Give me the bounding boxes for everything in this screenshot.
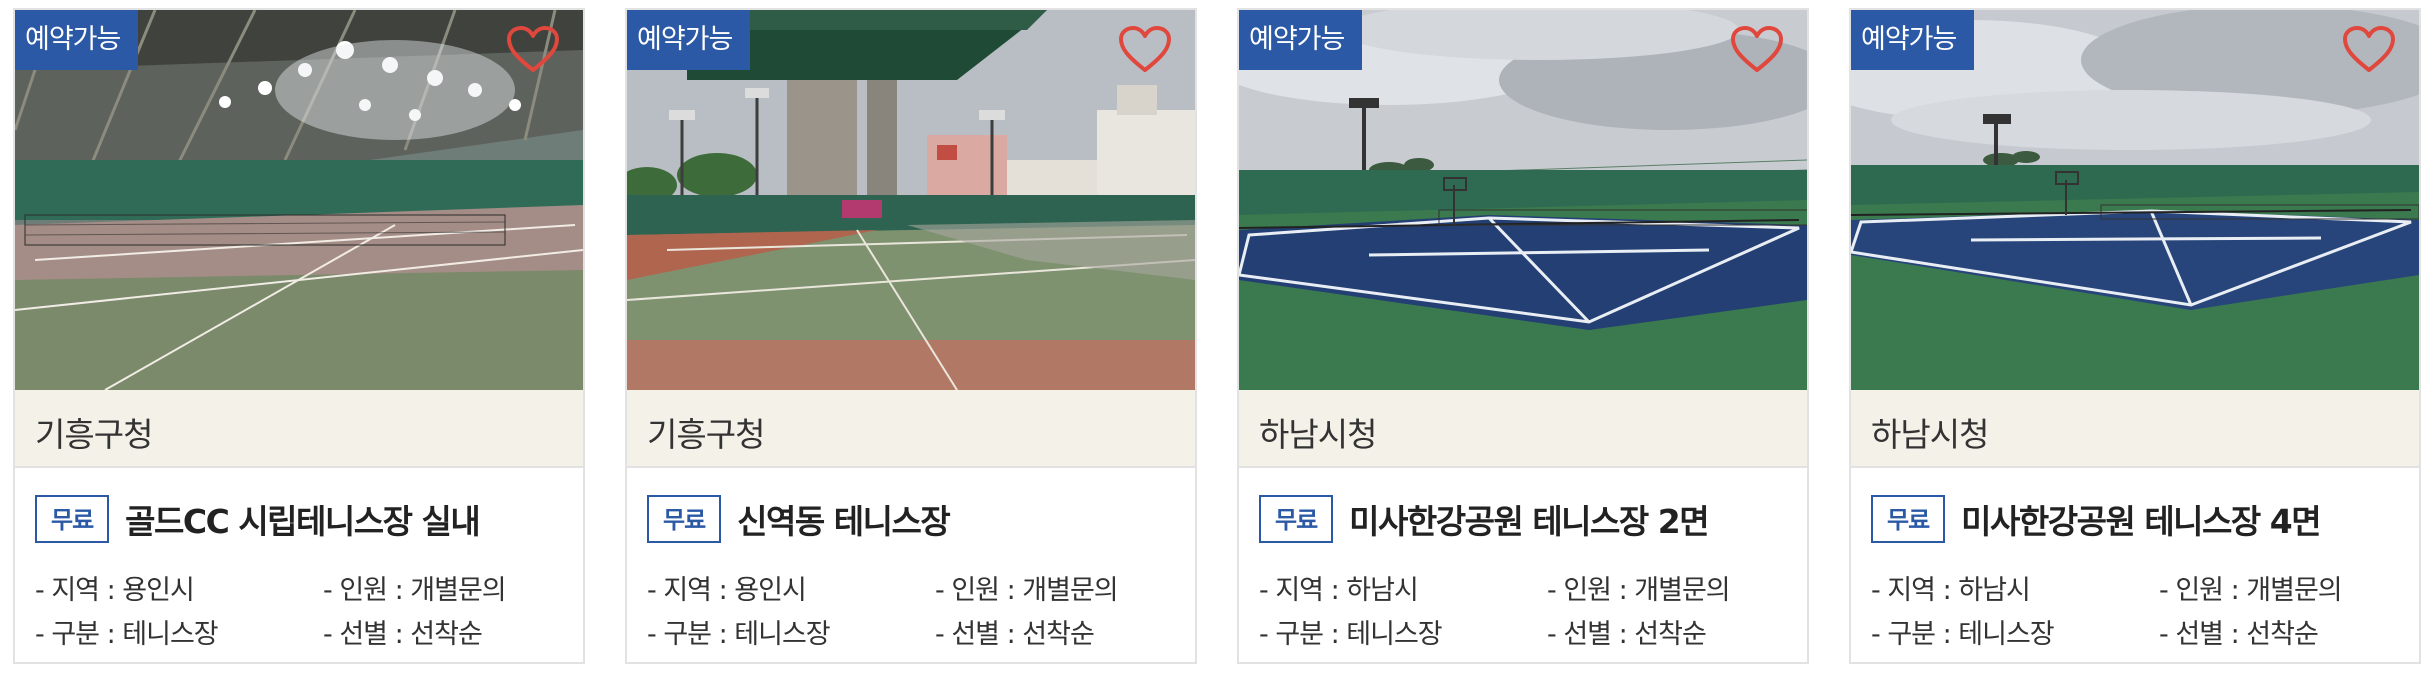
- favorite-heart-icon[interactable]: [505, 24, 561, 76]
- facility-name[interactable]: 미사한강공원 테니스장 4면: [1961, 495, 2399, 543]
- selection-value: 선착순: [410, 619, 483, 650]
- selection-label: - 선별 :: [935, 619, 1023, 650]
- facility-info: 무료 미사한강공원 테니스장 2면 - 지역 : 하남시 - 인원 : 개별문의…: [1239, 468, 1807, 662]
- organization-name: 기흥구청: [647, 415, 765, 454]
- fee-tag: 무료: [647, 495, 722, 543]
- facility-name[interactable]: 골드CC 시립테니스장 실내: [125, 495, 563, 543]
- capacity-label: - 인원 :: [1547, 575, 1635, 606]
- heart-outline-icon: [1731, 26, 1783, 72]
- selection-field: - 선별 : 선착순: [2159, 612, 2319, 651]
- facility-title-row[interactable]: 무료 미사한강공원 테니스장 2면: [1259, 492, 1787, 546]
- heart-outline-icon: [507, 26, 559, 72]
- facility-title-row[interactable]: 무료 골드CC 시립테니스장 실내: [35, 492, 563, 546]
- selection-label: - 선별 :: [1547, 619, 1635, 650]
- facility-meta: - 지역 : 용인시 - 인원 : 개별문의 - 구분 : 테니스장 - 선별 …: [647, 568, 1187, 656]
- capacity-field: - 인원 : 개별문의: [1547, 568, 1731, 607]
- organization-bar: 하남시청: [1239, 390, 1807, 468]
- facility-card-grid: 예약가능 기흥구청 무료 골드CC 시립테니스장 실내 - 지역 : 용인시 -…: [13, 8, 2421, 664]
- selection-value: 선착순: [1022, 619, 1095, 650]
- facility-photo[interactable]: 예약가능: [1851, 10, 2419, 390]
- category-value: 테니스장: [1958, 619, 2054, 650]
- capacity-field: - 인원 : 개별문의: [935, 568, 1119, 607]
- organization-name: 하남시청: [1259, 415, 1377, 454]
- fee-tag: 무료: [1259, 495, 1334, 543]
- facility-info: 무료 골드CC 시립테니스장 실내 - 지역 : 용인시 - 인원 : 개별문의…: [15, 468, 583, 662]
- capacity-field: - 인원 : 개별문의: [2159, 568, 2343, 607]
- region-field: - 지역 : 하남시: [1259, 568, 1419, 607]
- facility-info: 무료 미사한강공원 테니스장 4면 - 지역 : 하남시 - 인원 : 개별문의…: [1851, 468, 2419, 662]
- capacity-field: - 인원 : 개별문의: [323, 568, 507, 607]
- capacity-value: 개별문의: [1634, 575, 1730, 606]
- capacity-value: 개별문의: [410, 575, 506, 606]
- region-field: - 지역 : 용인시: [35, 568, 195, 607]
- favorite-heart-icon[interactable]: [2341, 24, 2397, 76]
- facility-card[interactable]: 예약가능 기흥구청 무료 신역동 테니스장 - 지역 : 용인시 - 인원 : …: [625, 8, 1197, 664]
- selection-field: - 선별 : 선착순: [935, 612, 1095, 651]
- region-field: - 지역 : 하남시: [1871, 568, 2031, 607]
- facility-card[interactable]: 예약가능 하남시청 무료 미사한강공원 테니스장 2면 - 지역 : 하남시 -…: [1237, 8, 1809, 664]
- facility-info: 무료 신역동 테니스장 - 지역 : 용인시 - 인원 : 개별문의 - 구분 …: [627, 468, 1195, 662]
- organization-name: 기흥구청: [35, 415, 153, 454]
- facility-photo[interactable]: 예약가능: [1239, 10, 1807, 390]
- facility-card[interactable]: 예약가능 기흥구청 무료 골드CC 시립테니스장 실내 - 지역 : 용인시 -…: [13, 8, 585, 664]
- selection-label: - 선별 :: [2159, 619, 2247, 650]
- region-label: - 지역 :: [1871, 575, 1959, 606]
- selection-value: 선착순: [2246, 619, 2319, 650]
- category-value: 테니스장: [734, 619, 830, 650]
- organization-name: 하남시청: [1871, 415, 1989, 454]
- capacity-value: 개별문의: [2246, 575, 2342, 606]
- selection-field: - 선별 : 선착순: [1547, 612, 1707, 651]
- category-field: - 구분 : 테니스장: [1871, 612, 2055, 651]
- organization-bar: 기흥구청: [627, 390, 1195, 468]
- facility-meta: - 지역 : 하남시 - 인원 : 개별문의 - 구분 : 테니스장 - 선별 …: [1871, 568, 2411, 656]
- capacity-label: - 인원 :: [2159, 575, 2247, 606]
- capacity-value: 개별문의: [1022, 575, 1118, 606]
- region-value: 용인시: [734, 575, 807, 606]
- region-label: - 지역 :: [647, 575, 735, 606]
- availability-badge: 예약가능: [1851, 10, 1975, 70]
- facility-title-row[interactable]: 무료 신역동 테니스장: [647, 492, 1175, 546]
- organization-bar: 기흥구청: [15, 390, 583, 468]
- region-label: - 지역 :: [35, 575, 123, 606]
- region-label: - 지역 :: [1259, 575, 1347, 606]
- favorite-heart-icon[interactable]: [1117, 24, 1173, 76]
- region-field: - 지역 : 용인시: [647, 568, 807, 607]
- category-field: - 구분 : 테니스장: [1259, 612, 1443, 651]
- facility-name[interactable]: 미사한강공원 테니스장 2면: [1349, 495, 1787, 543]
- category-label: - 구분 :: [1871, 619, 1959, 650]
- facility-title-row[interactable]: 무료 미사한강공원 테니스장 4면: [1871, 492, 2399, 546]
- selection-label: - 선별 :: [323, 619, 411, 650]
- availability-badge: 예약가능: [15, 10, 139, 70]
- region-value: 하남시: [1346, 575, 1419, 606]
- heart-outline-icon: [2343, 26, 2395, 72]
- availability-badge: 예약가능: [1239, 10, 1363, 70]
- category-field: - 구분 : 테니스장: [35, 612, 219, 651]
- organization-bar: 하남시청: [1851, 390, 2419, 468]
- facility-photo[interactable]: 예약가능: [627, 10, 1195, 390]
- facility-name[interactable]: 신역동 테니스장: [737, 495, 1175, 543]
- selection-value: 선착순: [1634, 619, 1707, 650]
- category-label: - 구분 :: [35, 619, 123, 650]
- favorite-heart-icon[interactable]: [1729, 24, 1785, 76]
- fee-tag: 무료: [1871, 495, 1946, 543]
- category-field: - 구분 : 테니스장: [647, 612, 831, 651]
- fee-tag: 무료: [35, 495, 110, 543]
- region-value: 용인시: [122, 575, 195, 606]
- facility-photo[interactable]: 예약가능: [15, 10, 583, 390]
- availability-badge: 예약가능: [627, 10, 751, 70]
- category-label: - 구분 :: [647, 619, 735, 650]
- category-value: 테니스장: [1346, 619, 1442, 650]
- facility-meta: - 지역 : 용인시 - 인원 : 개별문의 - 구분 : 테니스장 - 선별 …: [35, 568, 575, 656]
- category-label: - 구분 :: [1259, 619, 1347, 650]
- region-value: 하남시: [1958, 575, 2031, 606]
- facility-meta: - 지역 : 하남시 - 인원 : 개별문의 - 구분 : 테니스장 - 선별 …: [1259, 568, 1799, 656]
- facility-card[interactable]: 예약가능 하남시청 무료 미사한강공원 테니스장 4면 - 지역 : 하남시 -…: [1849, 8, 2421, 664]
- category-value: 테니스장: [122, 619, 218, 650]
- heart-outline-icon: [1119, 26, 1171, 72]
- capacity-label: - 인원 :: [935, 575, 1023, 606]
- selection-field: - 선별 : 선착순: [323, 612, 483, 651]
- capacity-label: - 인원 :: [323, 575, 411, 606]
